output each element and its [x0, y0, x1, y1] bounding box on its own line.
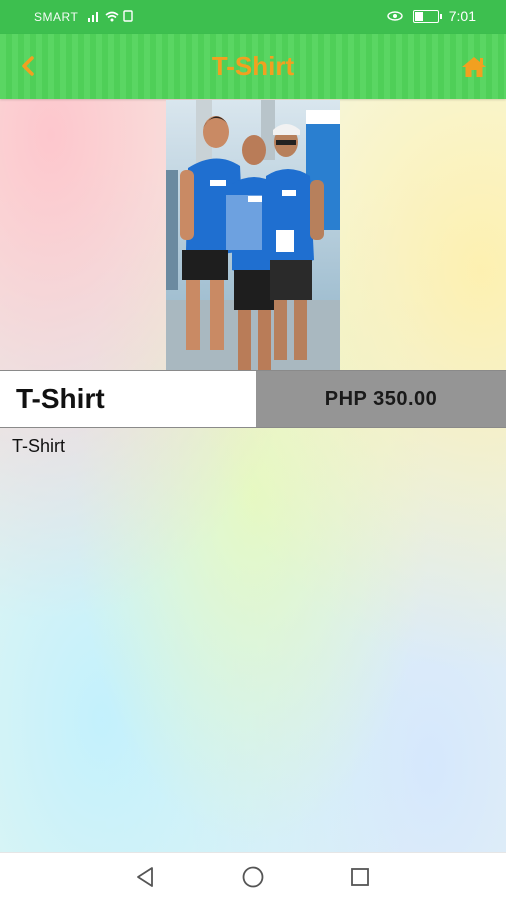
- product-image: [166, 100, 340, 370]
- product-description: T-Shirt: [12, 436, 66, 456]
- home-icon[interactable]: [460, 55, 488, 79]
- home-circle-icon[interactable]: [241, 865, 265, 889]
- recents-square-icon[interactable]: [348, 865, 372, 889]
- status-bar: SMART 7:01: [0, 0, 506, 34]
- signal-icon: [88, 10, 133, 22]
- back-triangle-icon[interactable]: [133, 865, 157, 889]
- app-bar: T-Shirt: [0, 34, 506, 99]
- product-name: T-Shirt: [0, 371, 256, 427]
- clock: 7:01: [448, 8, 476, 24]
- product-price: PHP 350.00: [256, 371, 506, 427]
- product-info-row: T-Shirt PHP 350.00: [0, 370, 506, 428]
- system-navigation-bar: [0, 852, 506, 901]
- eye-comfort-icon: [387, 11, 403, 21]
- page-title: T-Shirt: [211, 51, 295, 81]
- battery-icon: [412, 9, 442, 23]
- carrier-label: SMART: [34, 10, 79, 24]
